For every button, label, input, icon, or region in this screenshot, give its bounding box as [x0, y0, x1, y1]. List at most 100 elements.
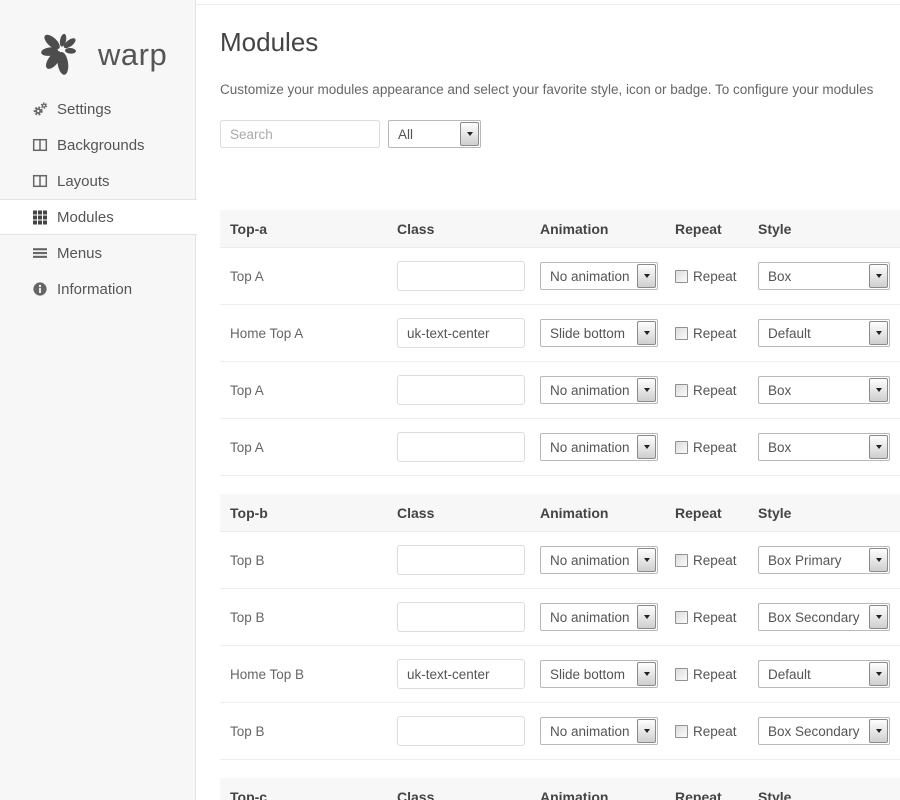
- animation-select[interactable]: No animation: [540, 603, 658, 631]
- style-select-value: Box Primary: [760, 553, 850, 568]
- repeat-label: Repeat: [693, 269, 737, 284]
- chevron-down-icon: [637, 662, 656, 686]
- column-header-repeat: Repeat: [675, 221, 758, 237]
- class-input[interactable]: [397, 261, 525, 291]
- repeat-checkbox[interactable]: [675, 668, 688, 681]
- style-select-value: Box: [760, 440, 799, 455]
- animation-select[interactable]: No animation: [540, 376, 658, 404]
- sidebar-item-information[interactable]: Information: [0, 271, 195, 307]
- animation-cell: No animation: [540, 546, 675, 574]
- animation-select-value: No animation: [542, 553, 637, 568]
- animation-select-value: Slide bottom: [542, 667, 633, 682]
- animation-select[interactable]: No animation: [540, 433, 658, 461]
- style-select[interactable]: Box Primary: [758, 546, 890, 574]
- sidebar-item-menus[interactable]: Menus: [0, 235, 195, 271]
- style-cell: Box Secondary: [758, 717, 900, 745]
- class-input[interactable]: [397, 659, 525, 689]
- repeat-checkbox[interactable]: [675, 327, 688, 340]
- column-header-style: Style: [758, 505, 900, 521]
- class-input[interactable]: [397, 545, 525, 575]
- animation-select[interactable]: Slide bottom: [540, 319, 658, 347]
- module-row: Top B No animation Repeat: [220, 703, 900, 760]
- style-select-value: Default: [760, 326, 819, 341]
- column-header-repeat: Repeat: [675, 789, 758, 800]
- style-cell: Box Secondary: [758, 603, 900, 631]
- sidebar-item-backgrounds[interactable]: Backgrounds: [0, 127, 195, 163]
- sidebar-item-modules[interactable]: Modules: [0, 199, 197, 235]
- style-select[interactable]: Box: [758, 433, 890, 461]
- module-row: Home Top A Slide bottom Repeat: [220, 305, 900, 362]
- chevron-down-icon: [869, 264, 888, 288]
- section-header: Top-b Class Animation Repeat Style: [220, 494, 900, 532]
- module-name: Top A: [220, 269, 397, 284]
- class-cell: [397, 261, 540, 291]
- sidebar-item-layouts[interactable]: Layouts: [0, 163, 195, 199]
- animation-select-value: No animation: [542, 440, 637, 455]
- repeat-checkbox[interactable]: [675, 725, 688, 738]
- style-cell: Box Primary: [758, 546, 900, 574]
- animation-select-value: No animation: [542, 610, 637, 625]
- chevron-down-icon: [869, 662, 888, 686]
- animation-cell: No animation: [540, 433, 675, 461]
- repeat-checkbox[interactable]: [675, 270, 688, 283]
- module-section-top-a: Top-a Class Animation Repeat Style Top A…: [220, 210, 900, 476]
- module-row: Top B No animation Repeat: [220, 532, 900, 589]
- repeat-checkbox[interactable]: [675, 611, 688, 624]
- chevron-down-icon: [637, 605, 656, 629]
- column-header-animation: Animation: [540, 221, 675, 237]
- style-select[interactable]: Box Secondary: [758, 603, 890, 631]
- class-input[interactable]: [397, 375, 525, 405]
- module-row: Top A No animation Repeat: [220, 248, 900, 305]
- category-filter-select[interactable]: All: [388, 120, 481, 148]
- search-input[interactable]: [220, 120, 380, 148]
- repeat-checkbox[interactable]: [675, 441, 688, 454]
- sidebar-item-label: Information: [57, 281, 132, 298]
- class-input[interactable]: [397, 602, 525, 632]
- style-select[interactable]: Default: [758, 319, 890, 347]
- repeat-cell: Repeat: [675, 667, 758, 682]
- repeat-checkbox[interactable]: [675, 384, 688, 397]
- animation-select[interactable]: No animation: [540, 546, 658, 574]
- class-input[interactable]: [397, 318, 525, 348]
- animation-select[interactable]: No animation: [540, 717, 658, 745]
- info-icon: [32, 281, 48, 297]
- chevron-down-icon: [869, 435, 888, 459]
- module-name: Top A: [220, 440, 397, 455]
- module-name: Top B: [220, 724, 397, 739]
- logo: warp: [0, 0, 195, 86]
- chevron-down-icon: [637, 378, 656, 402]
- animation-cell: No animation: [540, 262, 675, 290]
- column-header-style: Style: [758, 789, 900, 800]
- repeat-label: Repeat: [693, 326, 737, 341]
- column-header-class: Class: [397, 789, 540, 800]
- style-select[interactable]: Default: [758, 660, 890, 688]
- style-cell: Default: [758, 660, 900, 688]
- repeat-cell: Repeat: [675, 724, 758, 739]
- style-select[interactable]: Box Secondary: [758, 717, 890, 745]
- animation-select[interactable]: No animation: [540, 262, 658, 290]
- style-cell: Default: [758, 319, 900, 347]
- section-title: Top-a: [220, 221, 397, 237]
- grid-icon: [32, 209, 48, 225]
- columns-icon: [32, 173, 48, 189]
- category-filter-value: All: [390, 127, 421, 142]
- animation-select[interactable]: Slide bottom: [540, 660, 658, 688]
- repeat-checkbox[interactable]: [675, 554, 688, 567]
- chevron-down-icon: [637, 548, 656, 572]
- module-row: Top A No animation Repeat: [220, 419, 900, 476]
- style-select[interactable]: Box: [758, 376, 890, 404]
- class-input[interactable]: [397, 716, 525, 746]
- page-title: Modules: [220, 26, 900, 58]
- module-section-top-c: Top-c Class Animation Repeat Style: [220, 778, 900, 800]
- repeat-label: Repeat: [693, 724, 737, 739]
- class-input[interactable]: [397, 432, 525, 462]
- repeat-cell: Repeat: [675, 326, 758, 341]
- chevron-down-icon: [869, 605, 888, 629]
- main-content: Modules Customize your modules appearanc…: [196, 4, 900, 800]
- module-name: Home Top B: [220, 667, 397, 682]
- repeat-label: Repeat: [693, 610, 737, 625]
- app-window: warp Settings: [0, 0, 900, 800]
- class-cell: [397, 545, 540, 575]
- style-select[interactable]: Box: [758, 262, 890, 290]
- sidebar-item-settings[interactable]: Settings: [0, 91, 195, 127]
